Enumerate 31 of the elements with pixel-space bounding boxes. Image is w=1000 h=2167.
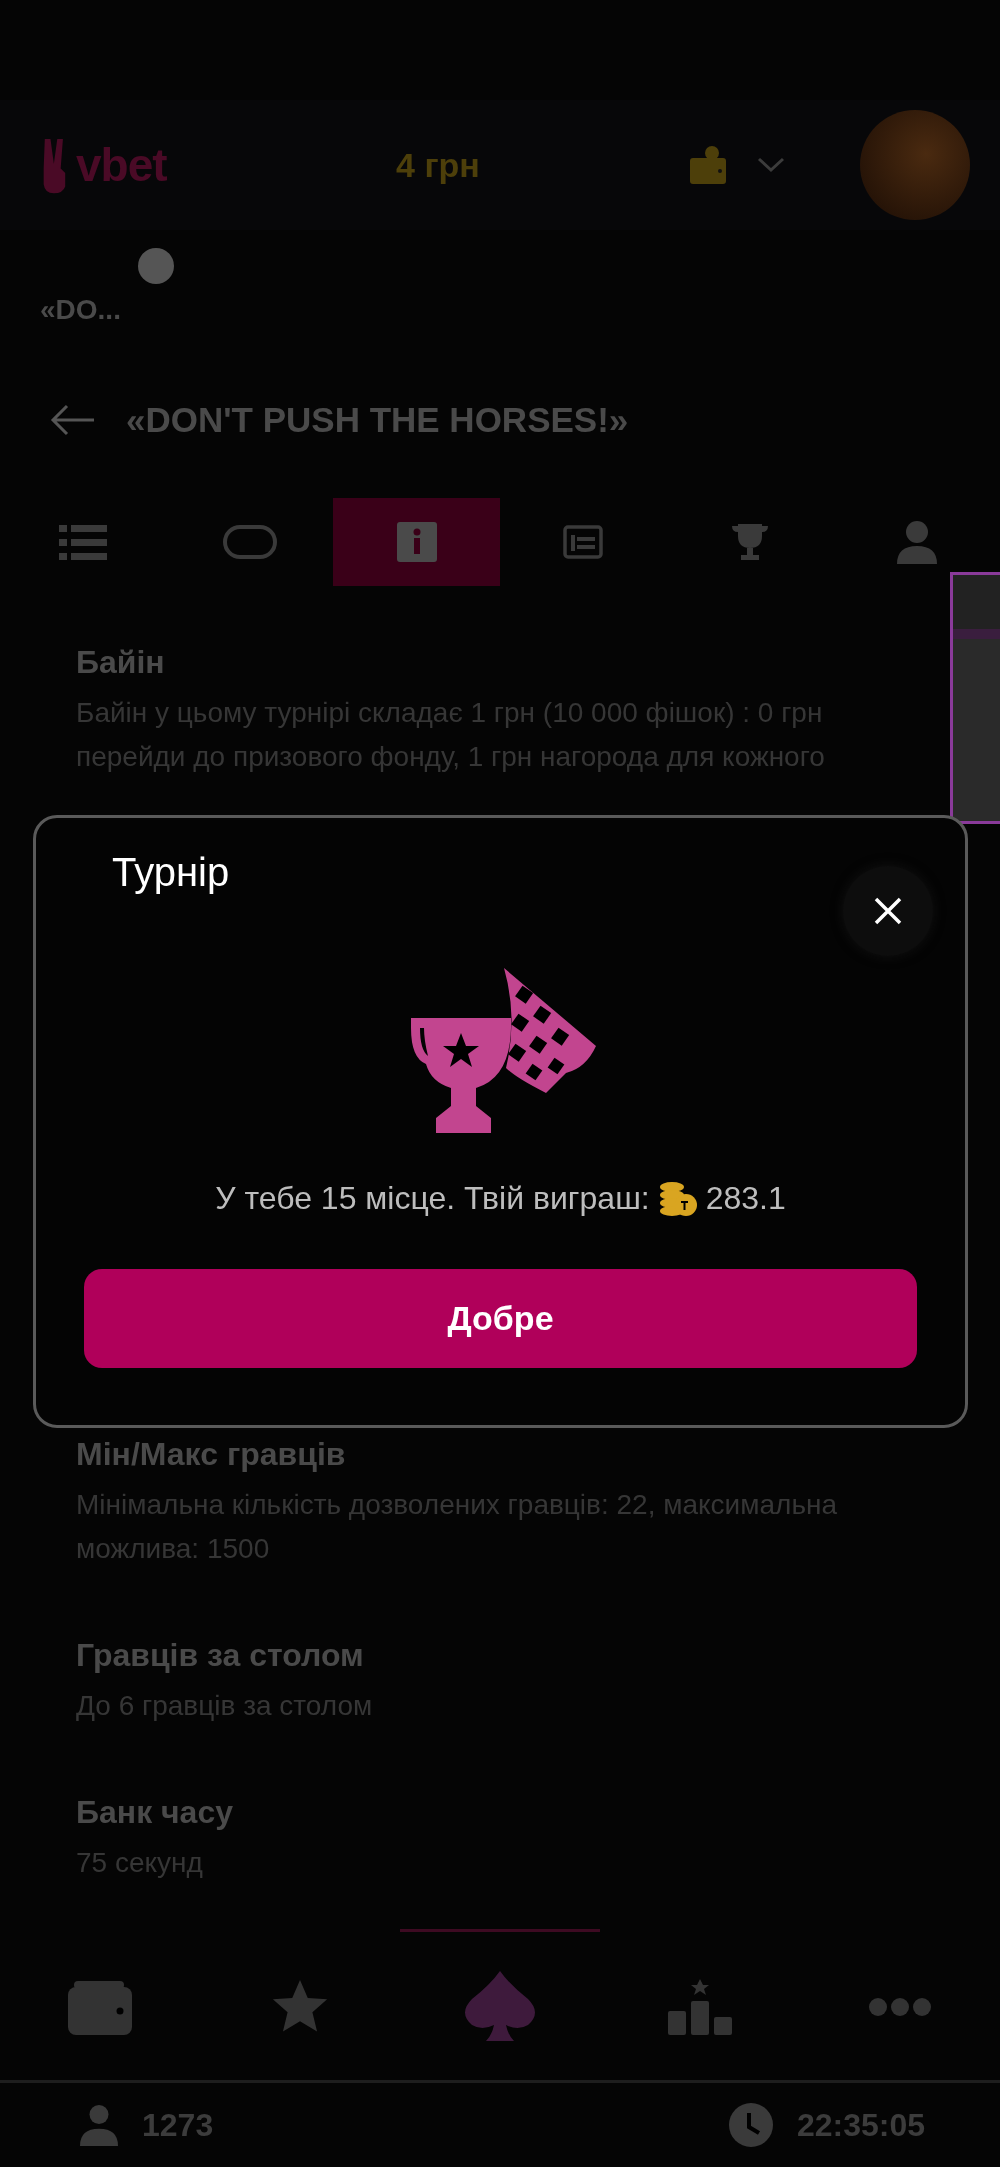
breadcrumb-item[interactable]: «DO... bbox=[40, 294, 121, 326]
user-icon bbox=[896, 520, 937, 564]
coins-icon bbox=[657, 1180, 698, 1217]
brand-logo[interactable]: vbet bbox=[76, 138, 167, 192]
page-title: «DON'T PUSH THE HORSES!» bbox=[126, 400, 629, 440]
wallet-icon[interactable] bbox=[688, 145, 728, 185]
wallet-icon bbox=[68, 1978, 132, 2035]
back-arrow-icon[interactable] bbox=[50, 404, 96, 436]
trophy-icon bbox=[730, 522, 770, 562]
section-heading: Мін/Макс гравців bbox=[76, 1436, 347, 1473]
poker-table-icon bbox=[223, 525, 277, 559]
newspaper-icon bbox=[563, 525, 604, 559]
chevron-down-icon[interactable] bbox=[756, 155, 786, 175]
ok-button[interactable]: Добре bbox=[84, 1269, 917, 1368]
user-icon bbox=[80, 2103, 118, 2147]
game-preview-thumbnail[interactable] bbox=[950, 572, 1000, 824]
section-heading: Банк часу bbox=[76, 1794, 234, 1831]
status-dot bbox=[138, 248, 174, 284]
dialog-title: Турнір bbox=[111, 850, 230, 895]
info-icon bbox=[396, 522, 437, 562]
section-heading: Байін bbox=[76, 644, 166, 681]
result-message: У тебе 15 місце. Твій виграш: bbox=[215, 1180, 650, 1217]
list-icon bbox=[59, 522, 108, 562]
clock-icon bbox=[728, 2103, 773, 2147]
prize-amount: 283.1 bbox=[705, 1180, 786, 1217]
close-icon bbox=[873, 896, 903, 926]
more-icon bbox=[869, 1996, 931, 2017]
balance-amount: 4 грн bbox=[395, 145, 481, 185]
section-heading: Гравців за столом bbox=[76, 1637, 365, 1674]
podium-icon bbox=[668, 1978, 732, 2035]
tab[interactable] bbox=[333, 498, 500, 586]
